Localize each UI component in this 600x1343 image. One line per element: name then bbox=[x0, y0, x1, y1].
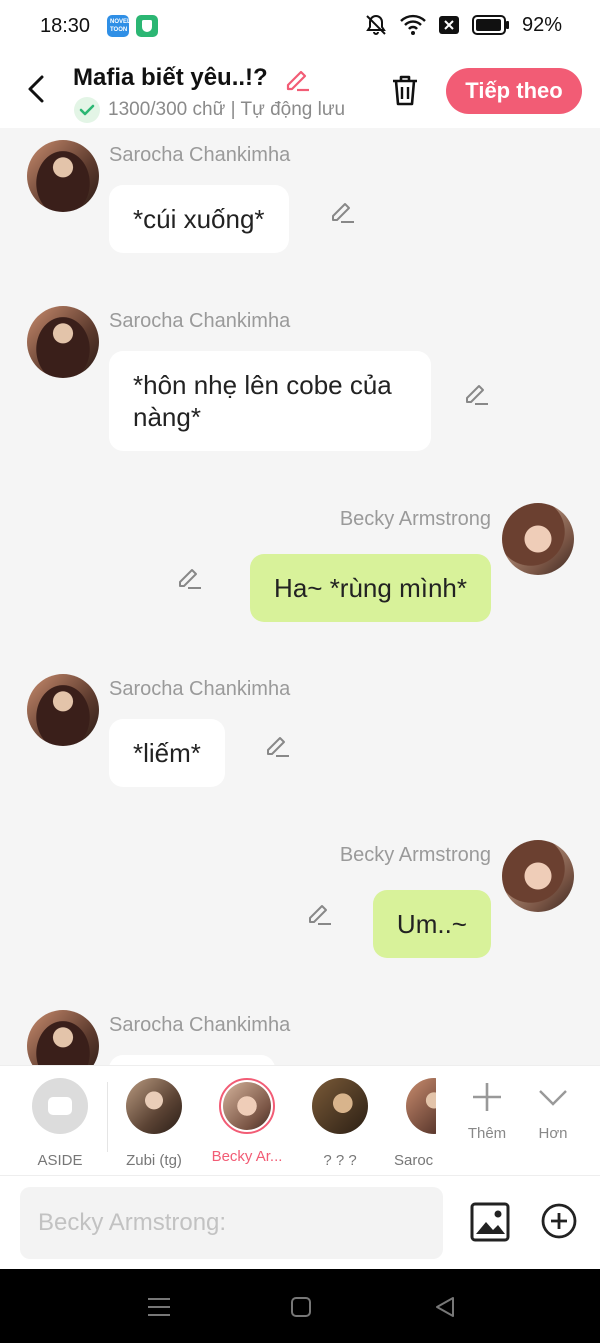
avatar-becky[interactable] bbox=[502, 503, 574, 575]
add-character-button[interactable]: Thêm bbox=[462, 1080, 512, 1142]
avatar bbox=[312, 1078, 368, 1134]
image-icon[interactable] bbox=[470, 1202, 510, 1242]
avatar-sarocha[interactable] bbox=[27, 674, 99, 746]
divider bbox=[107, 1082, 108, 1152]
sender-name: Becky Armstrong bbox=[339, 508, 491, 530]
avatar bbox=[219, 1078, 275, 1134]
back-icon[interactable] bbox=[22, 72, 52, 106]
edit-message-icon[interactable] bbox=[463, 380, 489, 406]
message-bubble[interactable]: *hôn nhẹ lên cobe của nàng* bbox=[109, 351, 431, 451]
edit-message-icon[interactable] bbox=[176, 564, 202, 590]
character-selector: ASIDE Zubi (tg) Becky Ar... ? ? ? Saroc … bbox=[0, 1065, 600, 1175]
chevron-down-icon bbox=[539, 1090, 567, 1106]
sender-name: Sarocha Chankimha bbox=[109, 678, 291, 700]
sender-name: Sarocha Chankimha bbox=[109, 144, 291, 166]
battery-icon bbox=[471, 15, 509, 35]
battery-percent: 92% bbox=[521, 13, 562, 36]
avatar bbox=[406, 1078, 436, 1134]
system-nav-bar bbox=[0, 1269, 600, 1343]
edit-title-icon[interactable] bbox=[283, 65, 311, 93]
autosave-check-icon bbox=[74, 97, 100, 123]
sender-name: Sarocha Chankimha bbox=[109, 1014, 291, 1036]
novel-toon-app-icon: NOVEL TOON bbox=[107, 15, 131, 37]
story-title: Mafia biết yêu..!? bbox=[73, 64, 268, 91]
next-button[interactable]: Tiếp theo bbox=[446, 68, 582, 114]
character-becky[interactable]: Becky Ar... bbox=[204, 1078, 290, 1165]
message-input[interactable] bbox=[20, 1187, 443, 1259]
chat-area[interactable]: Sarocha Chankimha *cúi xuống* Sarocha Ch… bbox=[0, 128, 600, 1065]
character-sarocha[interactable]: Saroc bbox=[394, 1078, 436, 1169]
message-bubble[interactable]: Um..~ bbox=[372, 890, 491, 958]
message-bubble[interactable] bbox=[109, 1055, 275, 1065]
status-right: 92% bbox=[364, 13, 562, 37]
avatar-sarocha[interactable] bbox=[27, 306, 99, 378]
composer-bar bbox=[0, 1175, 600, 1269]
status-time: 18:30 bbox=[40, 15, 91, 37]
more-characters-button[interactable]: Hơn bbox=[530, 1080, 576, 1142]
character-zubi[interactable]: Zubi (tg) bbox=[118, 1078, 190, 1169]
back-nav-icon[interactable] bbox=[432, 1295, 458, 1319]
menu-icon[interactable] bbox=[146, 1295, 172, 1319]
notifications-off-icon bbox=[366, 14, 386, 35]
editor-header: Mafia biết yêu..!? 1300/300 chữ | Tự độn… bbox=[0, 54, 600, 128]
message-bubble[interactable]: *liếm* bbox=[109, 719, 225, 787]
sender-name: Becky Armstrong bbox=[339, 844, 491, 866]
character-unknown[interactable]: ? ? ? bbox=[308, 1078, 372, 1169]
message-bubble[interactable]: Ha~ *rùng mình* bbox=[250, 554, 491, 622]
trash-icon[interactable] bbox=[388, 72, 422, 108]
add-circle-icon[interactable] bbox=[540, 1202, 578, 1240]
sim-off-icon bbox=[438, 16, 459, 34]
avatar bbox=[126, 1078, 182, 1134]
message-bubble[interactable]: *cúi xuống* bbox=[109, 185, 289, 253]
edit-message-icon[interactable] bbox=[306, 900, 332, 926]
character-aside[interactable]: ASIDE bbox=[28, 1078, 92, 1169]
avatar-sarocha[interactable] bbox=[27, 1010, 99, 1065]
word-count-status: 1300/300 chữ | Tự động lưu bbox=[108, 99, 346, 120]
home-icon[interactable] bbox=[288, 1295, 314, 1319]
aside-icon bbox=[32, 1078, 88, 1134]
sender-name: Sarocha Chankimha bbox=[109, 310, 291, 332]
avatar-sarocha[interactable] bbox=[27, 140, 99, 212]
wifi-icon bbox=[400, 14, 426, 35]
edit-message-icon[interactable] bbox=[264, 732, 290, 758]
edit-message-icon[interactable] bbox=[329, 198, 355, 224]
status-bar: 18:30 NOVEL TOON 92% bbox=[0, 0, 600, 54]
shield-app-icon bbox=[136, 15, 158, 37]
avatar-becky[interactable] bbox=[502, 840, 574, 912]
plus-icon bbox=[473, 1083, 501, 1111]
